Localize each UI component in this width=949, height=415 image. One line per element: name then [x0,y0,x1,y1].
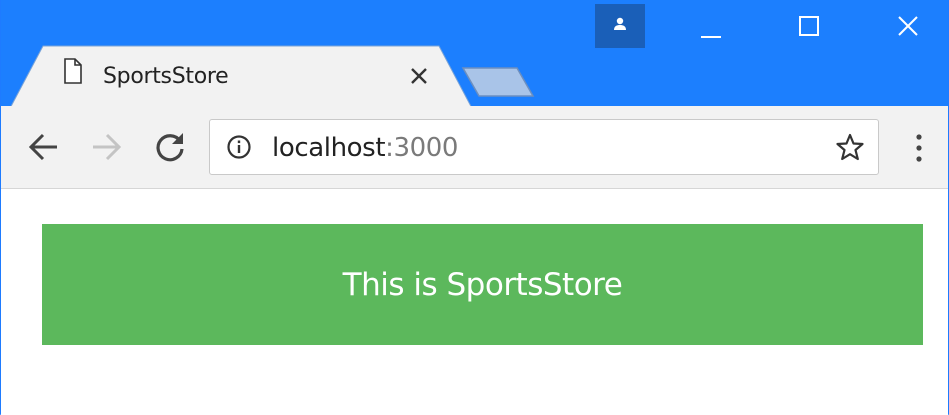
close-window-button[interactable] [888,12,928,42]
star-icon[interactable] [836,133,864,161]
browser-window: SportsStore localhost:3000 This is Sport… [0,0,949,415]
menu-button[interactable] [907,130,931,166]
tab-title: SportsStore [103,64,229,89]
page-banner: This is SportsStore [42,224,923,345]
tab-sportsstore[interactable]: SportsStore [7,44,477,114]
close-icon [411,68,427,84]
maximize-icon [799,16,819,36]
arrow-left-icon [28,133,57,161]
tab-close-button[interactable] [407,64,431,88]
page-icon [64,58,82,84]
back-button[interactable] [27,130,61,164]
address-bar[interactable]: localhost:3000 [209,119,879,175]
url-port: :3000 [385,133,459,163]
page-content: This is SportsStore [1,189,948,415]
minimize-icon [701,36,721,38]
forward-button[interactable] [89,130,123,164]
profile-button[interactable] [595,4,645,48]
close-icon [898,16,918,36]
banner-text: This is SportsStore [342,266,623,303]
maximize-button[interactable] [789,12,829,42]
reload-button[interactable] [153,130,187,164]
profile-icon [614,17,626,30]
url-host: localhost [272,133,386,163]
browser-toolbar: localhost:3000 [1,106,948,189]
reload-icon [156,133,184,162]
info-icon [227,135,251,159]
kebab-menu-icon [916,134,922,162]
minimize-button[interactable] [691,12,731,42]
arrow-right-icon [93,133,122,161]
url-text: localhost:3000 [272,133,458,163]
title-bar: SportsStore [1,0,948,114]
